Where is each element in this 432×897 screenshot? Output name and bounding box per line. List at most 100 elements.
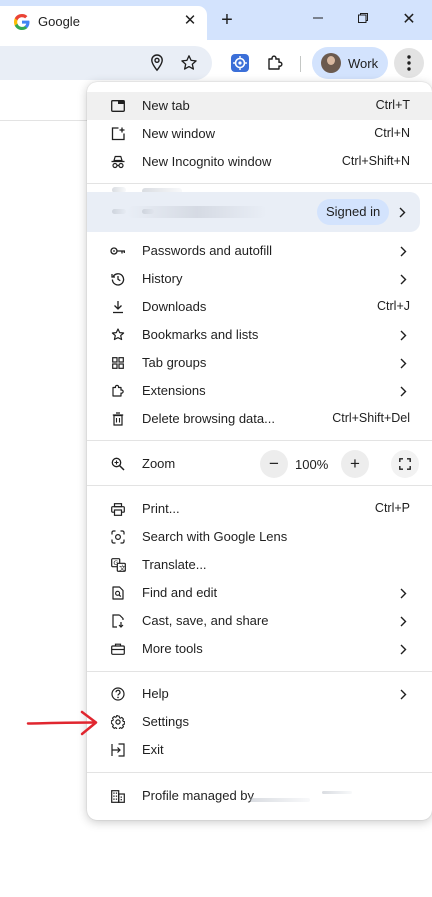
fullscreen-button[interactable] [391, 450, 419, 478]
toolbox-icon [109, 640, 127, 658]
menu-item-translate[interactable]: G文 Translate... [87, 551, 432, 579]
menu-item-find-and-edit[interactable]: Find and edit [87, 579, 432, 607]
building-icon [109, 787, 127, 805]
puzzle-icon [109, 382, 127, 400]
menu-item-extensions[interactable]: Extensions [87, 377, 432, 405]
gear-icon [109, 713, 127, 731]
menu-item-more-tools[interactable]: More tools [87, 635, 432, 663]
tab-title: Google [38, 14, 80, 29]
tab-groups-icon [109, 354, 127, 372]
chevron-right-icon [398, 585, 408, 601]
menu-separator [87, 440, 432, 441]
avatar [321, 53, 341, 73]
menu-separator [87, 772, 432, 773]
minimize-button[interactable] [307, 9, 329, 31]
menu-separator [87, 671, 432, 672]
menu-item-new-tab[interactable]: New tab Ctrl+T [87, 92, 432, 120]
menu-item-shortcut: Ctrl+Shift+N [341, 154, 410, 168]
menu-item-label: New window [142, 126, 215, 141]
chrome-menu: New tab Ctrl+T New window Ctrl+N New Inc… [87, 82, 432, 820]
menu-item-help[interactable]: Help [87, 680, 432, 708]
menu-separator [87, 485, 432, 486]
page-divider [0, 120, 90, 121]
zoom-out-button[interactable]: − [260, 450, 288, 478]
menu-item-new-window[interactable]: New window Ctrl+N [87, 120, 432, 148]
menu-item-label: New tab [142, 98, 190, 113]
menu-item-label: New Incognito window [142, 154, 272, 169]
menu-item-label: Passwords and autofill [142, 243, 273, 258]
chevron-right-icon [398, 383, 408, 399]
zoom-level: 100% [295, 457, 329, 472]
menu-item-profile-managed[interactable]: Profile managed by [87, 782, 432, 810]
profile-label: Work [348, 55, 379, 71]
chevron-right-icon [398, 271, 408, 287]
menu-item-incognito[interactable]: New Incognito window Ctrl+Shift+N [87, 148, 432, 176]
redacted-domain [250, 798, 310, 802]
minimize-icon [313, 17, 323, 19]
menu-item-label: Bookmarks and lists [142, 327, 259, 342]
menu-item-label: Extensions [142, 383, 206, 398]
menu-item-bookmarks[interactable]: Bookmarks and lists [87, 321, 432, 349]
menu-item-label: Profile managed by [142, 788, 255, 803]
restore-button[interactable] [352, 9, 374, 31]
close-window-button[interactable]: ✕ [398, 9, 420, 31]
menu-item-label: Search with Google Lens [142, 529, 288, 544]
chevron-right-icon [398, 613, 408, 629]
menu-item-shortcut: Ctrl+J [377, 299, 410, 313]
menu-item-label: History [142, 271, 183, 286]
chevron-right-icon [398, 641, 408, 657]
download-icon [109, 298, 127, 316]
menu-item-label: Find and edit [142, 585, 218, 600]
menu-item-label: Cast, save, and share [142, 613, 269, 628]
menu-item-settings[interactable]: Settings [87, 708, 432, 736]
toolbar: Work [0, 40, 432, 86]
translate-icon: G文 [109, 556, 127, 574]
annotation-arrow-icon [26, 710, 98, 736]
close-tab-icon[interactable]: ✕ [180, 11, 200, 31]
new-tab-button[interactable]: + [216, 9, 238, 31]
menu-item-label: Zoom [142, 456, 176, 471]
chevron-right-icon [398, 243, 408, 259]
signed-in-badge: Signed in [317, 199, 390, 225]
menu-item-label: Tab groups [142, 355, 207, 370]
history-icon [109, 270, 127, 288]
new-tab-icon [109, 97, 127, 115]
zoom-in-button[interactable]: + [341, 450, 369, 478]
menu-item-exit[interactable]: Exit [87, 736, 432, 764]
lens-icon [109, 528, 127, 546]
browser-tab[interactable]: Google ✕ [0, 6, 207, 40]
trash-icon [109, 410, 127, 428]
zoom-icon [109, 455, 127, 473]
location-icon[interactable] [145, 51, 169, 75]
menu-item-label: Help [142, 686, 169, 701]
menu-item-label: Translate... [142, 557, 207, 572]
fullscreen-icon [399, 458, 411, 470]
chevron-right-icon [397, 204, 407, 220]
menu-item-cast-save-share[interactable]: Cast, save, and share [87, 607, 432, 635]
toolbar-divider [300, 56, 301, 72]
incognito-icon [109, 153, 127, 171]
menu-item-passwords[interactable]: Passwords and autofill [87, 237, 432, 265]
bookmark-star-icon[interactable] [177, 51, 201, 75]
profile-button[interactable]: Work [312, 47, 388, 79]
menu-item-tab-groups[interactable]: Tab groups [87, 349, 432, 377]
chrome-menu-button[interactable] [394, 48, 424, 78]
google-favicon-icon [14, 14, 30, 30]
menu-item-downloads[interactable]: Downloads Ctrl+J [87, 293, 432, 321]
menu-item-label: Print... [142, 501, 180, 516]
extension-badge-icon[interactable] [228, 51, 252, 75]
chevron-right-icon [398, 355, 408, 371]
menu-item-shortcut: Ctrl+Shift+Del [332, 411, 410, 425]
new-window-icon [109, 125, 127, 143]
svg-text:文: 文 [119, 563, 126, 572]
redacted-account-icon [112, 209, 126, 214]
menu-item-history[interactable]: History [87, 265, 432, 293]
menu-item-delete-browsing-data[interactable]: Delete browsing data... Ctrl+Shift+Del [87, 405, 432, 433]
star-icon [109, 326, 127, 344]
menu-item-print[interactable]: Print... Ctrl+P [87, 495, 432, 523]
extensions-puzzle-icon[interactable] [263, 51, 287, 75]
account-row[interactable]: Signed in [87, 192, 420, 232]
menu-item-google-lens[interactable]: Search with Google Lens [87, 523, 432, 551]
menu-item-label: Exit [142, 742, 164, 757]
cast-icon [109, 612, 127, 630]
